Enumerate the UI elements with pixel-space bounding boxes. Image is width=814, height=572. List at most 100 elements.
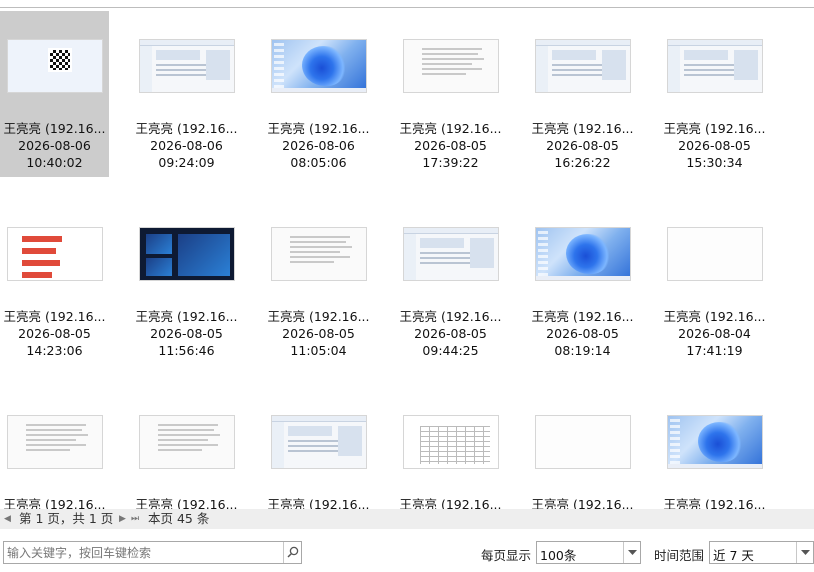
screenshot-thumbnail[interactable] bbox=[138, 415, 235, 469]
screenshot-tile[interactable]: 王亮亮 (192.16... 2026-08-05 14:23:06 bbox=[0, 199, 109, 365]
screenshot-tile[interactable]: 王亮亮 (192.16... bbox=[396, 387, 505, 509]
thumbnail-detail bbox=[21, 248, 56, 254]
thumbnail-detail bbox=[271, 422, 284, 468]
thumbnail-detail bbox=[155, 50, 200, 60]
per-page-label: 每页显示 bbox=[481, 548, 532, 563]
screenshot-tile[interactable]: 王亮亮 (192.16... 2026-08-04 17:41:19 bbox=[660, 199, 769, 365]
screenshot-tile[interactable]: 王亮亮 (192.16... 2026-08-05 16:26:22 bbox=[528, 11, 637, 177]
bottom-toolbar: 每页显示 100条 时间范围 近 7 天 bbox=[0, 529, 814, 572]
pager-bar: ◀ 第 1 页，共 1 页 ▶ ⏭ 本页 45 条 bbox=[0, 509, 814, 529]
thumbnail-detail bbox=[683, 50, 728, 60]
screenshot-name: 王亮亮 (192.16... bbox=[399, 121, 502, 136]
thumbnail-detail bbox=[669, 419, 680, 465]
thumbnail-detail bbox=[25, 439, 76, 441]
screenshot-tile[interactable]: 王亮亮 (192.16... 2026-08-05 11:56:46 bbox=[132, 199, 241, 365]
thumbnail-detail bbox=[25, 449, 70, 451]
screenshot-tile[interactable]: 王亮亮 (192.16... bbox=[132, 387, 241, 509]
screenshot-thumbnail[interactable] bbox=[270, 39, 367, 93]
screenshot-tile[interactable]: 王亮亮 (192.16... bbox=[660, 387, 769, 509]
screenshot-thumbnail[interactable] bbox=[402, 415, 499, 469]
screenshot-thumbnail[interactable] bbox=[6, 39, 103, 93]
screenshot-date: 2026-08-05 bbox=[18, 326, 91, 341]
time-range-select[interactable]: 近 7 天 bbox=[709, 541, 814, 564]
screenshot-tile[interactable]: 王亮亮 (192.16... 2026-08-05 11:05:04 bbox=[264, 199, 373, 365]
screenshot-thumbnail[interactable] bbox=[666, 415, 763, 469]
screenshot-time: 10:40:02 bbox=[26, 155, 83, 170]
screenshot-name: 王亮亮 (192.16... bbox=[135, 121, 238, 136]
screenshot-tile[interactable]: 王亮亮 (192.16... bbox=[264, 387, 373, 509]
thumbnail-detail bbox=[697, 422, 742, 462]
thumbnail-detail bbox=[177, 234, 230, 276]
search-button[interactable] bbox=[283, 542, 301, 563]
screenshot-date: 2026-08-06 bbox=[18, 138, 91, 153]
screenshot-date: 2026-08-06 bbox=[150, 138, 223, 153]
per-page-select[interactable]: 100条 bbox=[536, 541, 641, 564]
thumbnail-detail bbox=[403, 234, 416, 280]
screenshot-caption: 王亮亮 (192.16... bbox=[528, 496, 637, 509]
screenshot-tile[interactable]: 王亮亮 (192.16... 2026-08-06 09:24:09 bbox=[132, 11, 241, 177]
screenshot-thumbnail[interactable] bbox=[534, 39, 631, 93]
thumbnail-detail bbox=[421, 58, 484, 60]
thumbnail-detail bbox=[535, 40, 630, 46]
screenshot-time: 16:26:22 bbox=[554, 155, 611, 170]
thumbnail-detail bbox=[289, 261, 334, 263]
screenshot-caption: 王亮亮 (192.16... 2026-08-05 16:26:22 bbox=[528, 120, 637, 171]
screenshot-tile[interactable]: 王亮亮 (192.16... 2026-08-06 10:40:02 bbox=[0, 11, 109, 177]
screenshot-tile[interactable]: 王亮亮 (192.16... bbox=[528, 387, 637, 509]
screenshot-name: 王亮亮 (192.16... bbox=[531, 309, 634, 324]
thumbnail-detail bbox=[157, 429, 214, 431]
screenshot-time: 09:44:25 bbox=[422, 343, 479, 358]
prev-page-icon[interactable]: ◀ bbox=[4, 509, 11, 529]
screenshot-tile[interactable]: 王亮亮 (192.16... 2026-08-06 08:05:06 bbox=[264, 11, 373, 177]
chevron-down-icon bbox=[801, 550, 810, 555]
screenshot-time: 08:19:14 bbox=[554, 343, 611, 358]
screenshot-name: 王亮亮 (192.16... bbox=[135, 309, 238, 324]
screenshot-thumbnail[interactable] bbox=[402, 39, 499, 93]
thumbnail-detail bbox=[205, 50, 230, 80]
thumbnail-detail bbox=[565, 234, 610, 274]
screenshot-thumbnail[interactable] bbox=[666, 39, 763, 93]
last-page-icon[interactable]: ⏭ bbox=[131, 509, 139, 529]
time-range-dropdown-button[interactable] bbox=[796, 542, 813, 563]
screenshot-thumbnail[interactable] bbox=[534, 227, 631, 281]
screenshot-time: 17:39:22 bbox=[422, 155, 479, 170]
current-page-text: 第 1 页，共 1 页 bbox=[19, 511, 114, 526]
screenshot-thumbnail[interactable] bbox=[534, 415, 631, 469]
thumbnail-detail bbox=[537, 231, 548, 277]
search-input[interactable] bbox=[4, 542, 284, 563]
thumbnail-detail bbox=[421, 53, 478, 55]
screenshot-caption: 王亮亮 (192.16... 2026-08-06 10:40:02 bbox=[0, 120, 109, 171]
screenshot-tile[interactable]: 王亮亮 (192.16... 2026-08-05 17:39:22 bbox=[396, 11, 505, 177]
next-page-icon[interactable]: ▶ bbox=[119, 509, 126, 529]
thumbnail-detail bbox=[289, 241, 346, 243]
thumbnail-detail bbox=[273, 43, 284, 89]
thumbnail-grid: 王亮亮 (192.16... 2026-08-06 10:40:02 王亮亮 (192… bbox=[0, 11, 814, 509]
screenshot-thumbnail[interactable] bbox=[6, 227, 103, 281]
screenshot-thumbnail[interactable] bbox=[138, 227, 235, 281]
thumbnail-detail bbox=[289, 251, 340, 253]
screenshot-thumbnail[interactable] bbox=[666, 227, 763, 281]
screenshot-thumbnail[interactable] bbox=[138, 39, 235, 93]
thumbnail-detail bbox=[271, 416, 366, 422]
screenshot-tile[interactable]: 王亮亮 (192.16... 2026-08-05 09:44:25 bbox=[396, 199, 505, 365]
screenshot-tile[interactable]: 王亮亮 (192.16... 2026-08-05 15:30:34 bbox=[660, 11, 769, 177]
thumbnail-detail bbox=[289, 246, 352, 248]
thumbnail-detail bbox=[25, 424, 86, 426]
screenshot-thumbnail[interactable] bbox=[402, 227, 499, 281]
screenshot-thumbnail[interactable] bbox=[270, 415, 367, 469]
thumbnail-detail bbox=[157, 434, 220, 436]
screenshot-thumbnail[interactable] bbox=[270, 227, 367, 281]
screenshot-thumbnail[interactable] bbox=[6, 415, 103, 469]
screenshot-date: 2026-08-06 bbox=[282, 138, 355, 153]
screenshot-tile[interactable]: 王亮亮 (192.16... bbox=[0, 387, 109, 509]
screenshot-name: 王亮亮 (192.16... bbox=[267, 309, 370, 324]
thumbnail-detail bbox=[551, 50, 596, 60]
per-page-dropdown-button[interactable] bbox=[623, 542, 640, 563]
thumbnail-detail bbox=[25, 429, 82, 431]
screenshot-tile[interactable]: 王亮亮 (192.16... 2026-08-05 08:19:14 bbox=[528, 199, 637, 365]
thumbnail-detail bbox=[667, 40, 762, 46]
screenshot-time: 17:41:19 bbox=[686, 343, 743, 358]
screenshot-time: 08:05:06 bbox=[290, 155, 347, 170]
thumbnail-detail bbox=[733, 50, 758, 80]
screenshot-name: 王亮亮 (192.16... bbox=[663, 497, 766, 509]
